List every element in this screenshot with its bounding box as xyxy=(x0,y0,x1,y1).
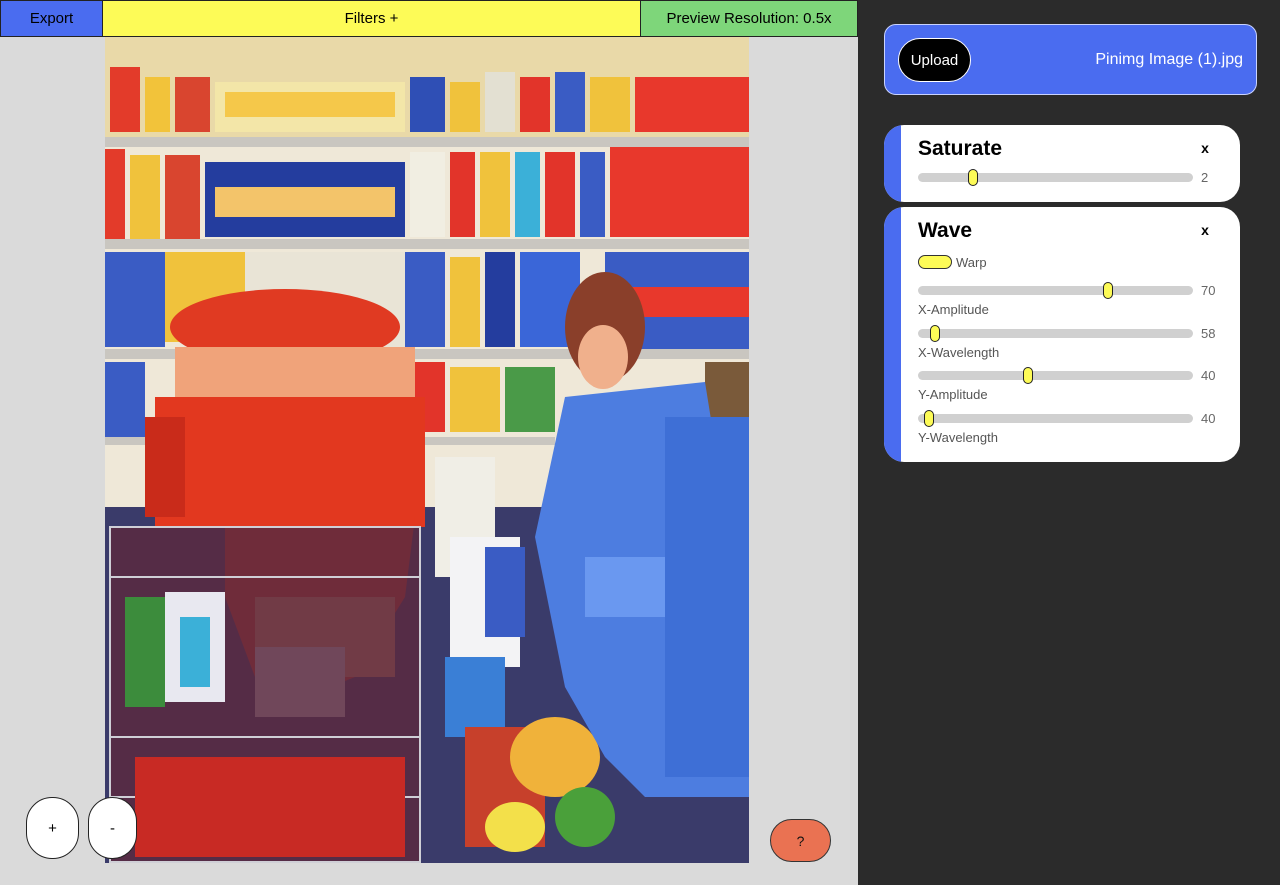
slider-thumb[interactable] xyxy=(929,325,940,342)
y-amplitude-value: 40 xyxy=(1201,368,1216,383)
x-amplitude-label: X-Amplitude xyxy=(918,302,989,317)
x-wavelength-slider[interactable] xyxy=(918,325,1193,342)
y-wavelength-slider[interactable] xyxy=(918,410,1193,427)
upload-card: Upload Pinimg Image (1).jpg xyxy=(884,24,1257,95)
filter-accent-stripe xyxy=(884,125,901,202)
upload-button[interactable]: Upload xyxy=(898,38,971,82)
help-button[interactable]: ? xyxy=(770,819,831,862)
warp-toggle-label: Warp xyxy=(956,255,987,270)
top-toolbar: Export Filters + Preview Resolution: 0.5… xyxy=(0,0,858,37)
export-button[interactable]: Export xyxy=(0,0,103,37)
y-amplitude-label: Y-Amplitude xyxy=(918,387,988,402)
slider-thumb[interactable] xyxy=(1102,282,1113,299)
saturate-slider[interactable] xyxy=(918,169,1193,186)
x-wavelength-value: 58 xyxy=(1201,326,1216,341)
zoom-out-button[interactable]: - xyxy=(88,797,137,859)
x-wavelength-label: X-Wavelength xyxy=(918,345,1000,360)
filter-accent-stripe xyxy=(884,207,901,462)
slider-thumb[interactable] xyxy=(1023,367,1033,384)
y-amplitude-slider[interactable] xyxy=(918,367,1193,384)
slider-thumb[interactable] xyxy=(924,410,934,427)
zoom-in-button[interactable]: + xyxy=(26,797,79,859)
warp-toggle[interactable] xyxy=(918,255,952,269)
saturate-filter-card: Saturate x 2 xyxy=(884,125,1240,202)
slider-thumb[interactable] xyxy=(968,169,978,186)
filter-title: Saturate xyxy=(918,137,1003,160)
y-wavelength-value: 40 xyxy=(1201,411,1216,426)
workspace: Export Filters + Preview Resolution: 0.5… xyxy=(0,0,858,885)
remove-filter-button[interactable]: x xyxy=(1198,222,1212,238)
preview-resolution-button[interactable]: Preview Resolution: 0.5x xyxy=(641,0,858,37)
filtered-supermarket-image xyxy=(105,37,749,863)
y-wavelength-label: Y-Wavelength xyxy=(918,430,998,445)
filter-title: Wave xyxy=(918,219,973,242)
wave-filter-card: Wave x Warp 70 X-Amplitude 58 X-Waveleng… xyxy=(884,207,1240,462)
file-name: Pinimg Image (1).jpg xyxy=(1095,51,1243,68)
saturate-value: 2 xyxy=(1201,170,1209,185)
filters-add-button[interactable]: Filters + xyxy=(103,0,641,37)
x-amplitude-value: 70 xyxy=(1201,283,1216,298)
filters-panel: Upload Pinimg Image (1).jpg Saturate x 2… xyxy=(858,0,1280,885)
image-preview-canvas[interactable] xyxy=(105,37,749,863)
x-amplitude-slider[interactable] xyxy=(918,282,1193,299)
remove-filter-button[interactable]: x xyxy=(1198,140,1212,156)
